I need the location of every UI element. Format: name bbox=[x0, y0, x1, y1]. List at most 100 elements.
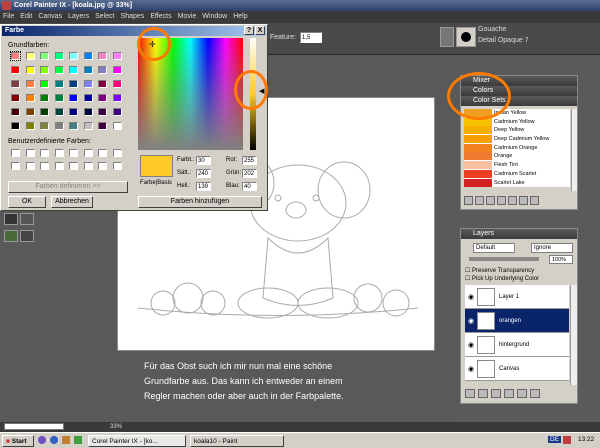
ok-button[interactable]: OK bbox=[8, 196, 46, 208]
basic-color-swatch[interactable] bbox=[83, 122, 93, 130]
color-set-tool-icon[interactable] bbox=[530, 196, 539, 205]
custom-color-swatch[interactable] bbox=[11, 149, 20, 157]
basic-color-swatch[interactable] bbox=[11, 94, 20, 102]
basic-color-swatch[interactable] bbox=[112, 52, 122, 60]
basic-color-swatch[interactable] bbox=[54, 122, 64, 130]
basic-color-swatch[interactable] bbox=[83, 108, 93, 116]
color-set-item[interactable]: Deep Cadmium Yellow bbox=[464, 135, 570, 144]
basic-color-swatch[interactable] bbox=[54, 80, 64, 88]
navigator-slider[interactable] bbox=[4, 423, 64, 430]
basic-color-swatch[interactable] bbox=[112, 94, 122, 102]
color-set-item[interactable]: Cadmium Orange bbox=[464, 143, 570, 153]
menu-select[interactable]: Select bbox=[95, 13, 114, 20]
custom-color-swatch[interactable] bbox=[54, 149, 64, 157]
layer-tool-icon[interactable] bbox=[504, 389, 514, 398]
quicklaunch-icon[interactable] bbox=[62, 436, 70, 444]
zoom-level[interactable]: 33% bbox=[110, 422, 122, 432]
color-set-item[interactable]: Flesh Tint bbox=[464, 161, 570, 170]
custom-color-swatch[interactable] bbox=[112, 149, 122, 157]
layer-tool-icon[interactable] bbox=[491, 389, 501, 398]
color-set-tool-icon[interactable] bbox=[508, 196, 517, 205]
basic-color-swatch[interactable] bbox=[40, 80, 49, 88]
sat-input[interactable]: 240 bbox=[196, 169, 211, 178]
basic-color-swatch[interactable] bbox=[40, 52, 49, 60]
layer-row[interactable]: ◉ Canvas bbox=[465, 357, 569, 381]
layer-tool-icon[interactable] bbox=[478, 389, 488, 398]
visibility-eye-icon[interactable]: ◉ bbox=[465, 365, 477, 373]
layer-row[interactable]: ◉ hintergrund bbox=[465, 333, 569, 357]
custom-color-swatch[interactable] bbox=[98, 149, 107, 157]
basic-color-swatch[interactable] bbox=[54, 94, 64, 102]
visibility-eye-icon[interactable]: ◉ bbox=[465, 341, 477, 349]
layer-tool-icon[interactable] bbox=[530, 389, 540, 398]
basic-color-swatch[interactable] bbox=[69, 108, 78, 116]
custom-color-swatch[interactable] bbox=[54, 162, 64, 170]
help-button[interactable]: ? bbox=[244, 26, 254, 35]
basic-color-swatch[interactable] bbox=[25, 122, 35, 130]
preserve-transparency-checkbox[interactable]: ☐ Preserve Transparency bbox=[465, 267, 534, 274]
color-list-scrollbar[interactable] bbox=[571, 109, 577, 191]
color-set-item[interactable]: Orange bbox=[464, 152, 570, 162]
basic-color-swatch[interactable] bbox=[11, 66, 20, 74]
basic-color-swatch[interactable] bbox=[83, 80, 93, 88]
composite-method-select[interactable]: Default bbox=[473, 243, 515, 253]
basic-color-swatch[interactable] bbox=[69, 52, 78, 60]
color-set-item[interactable]: Cadmium Scarlet bbox=[464, 169, 570, 179]
basic-color-swatch[interactable] bbox=[98, 108, 107, 116]
basic-color-swatch[interactable] bbox=[98, 66, 107, 74]
menu-file[interactable]: File bbox=[3, 13, 14, 20]
basic-color-swatch[interactable] bbox=[69, 94, 78, 102]
color-set-tool-icon[interactable] bbox=[497, 196, 506, 205]
color-set-item[interactable]: Deep Yellow bbox=[464, 126, 570, 136]
basic-color-swatch[interactable] bbox=[10, 51, 21, 61]
tool-thumbnail-icon[interactable] bbox=[20, 213, 34, 225]
task-paint[interactable]: koala10 - Paint bbox=[190, 435, 284, 447]
blue-input[interactable]: 40 bbox=[242, 182, 257, 191]
cancel-button[interactable]: Abbrechen bbox=[51, 196, 93, 208]
close-button[interactable]: X bbox=[255, 26, 265, 35]
pick-up-color-checkbox[interactable]: ☐ Pick Up Underlying Color bbox=[465, 275, 539, 282]
brush-tip-icon[interactable] bbox=[456, 27, 476, 47]
tool-thumbnail-icon[interactable] bbox=[4, 230, 18, 242]
basic-color-swatch[interactable] bbox=[11, 122, 20, 130]
tray-icon[interactable] bbox=[563, 436, 571, 444]
basic-color-swatch[interactable] bbox=[83, 94, 93, 102]
layer-tool-icon[interactable] bbox=[465, 389, 475, 398]
basic-color-swatch[interactable] bbox=[25, 52, 35, 60]
custom-color-swatch[interactable] bbox=[69, 162, 78, 170]
basic-color-swatch[interactable] bbox=[112, 66, 122, 74]
green-input[interactable]: 202 bbox=[242, 169, 257, 178]
basic-color-swatch[interactable] bbox=[112, 122, 122, 130]
basic-color-swatch[interactable] bbox=[98, 80, 107, 88]
custom-color-swatch[interactable] bbox=[25, 149, 35, 157]
red-input[interactable]: 255 bbox=[242, 156, 257, 165]
brush-category[interactable]: Gouache bbox=[478, 26, 506, 33]
quicklaunch-icon[interactable] bbox=[50, 436, 58, 444]
visibility-eye-icon[interactable]: ◉ bbox=[465, 317, 477, 325]
start-button[interactable]: ■ Start bbox=[2, 435, 34, 447]
basic-color-swatch[interactable] bbox=[69, 66, 78, 74]
opacity-input[interactable]: 100% bbox=[549, 255, 573, 264]
layer-list-scrollbar[interactable] bbox=[570, 285, 577, 385]
custom-color-swatch[interactable] bbox=[11, 162, 20, 170]
basic-color-swatch[interactable] bbox=[54, 108, 64, 116]
custom-color-swatch[interactable] bbox=[83, 162, 93, 170]
tool-thumbnail-icon[interactable] bbox=[20, 230, 34, 242]
basic-color-swatch[interactable] bbox=[40, 94, 49, 102]
brush-variant[interactable]: Detail Opaque 7 bbox=[478, 37, 529, 44]
basic-color-swatch[interactable] bbox=[83, 52, 93, 60]
color-set-tool-icon[interactable] bbox=[464, 196, 473, 205]
menu-effects[interactable]: Effects bbox=[150, 13, 171, 20]
menu-canvas[interactable]: Canvas bbox=[38, 13, 62, 20]
basic-color-swatch[interactable] bbox=[83, 66, 93, 74]
basic-color-swatch[interactable] bbox=[25, 94, 35, 102]
quicklaunch-icon[interactable] bbox=[38, 436, 46, 444]
basic-color-swatch[interactable] bbox=[25, 108, 35, 116]
custom-color-swatch[interactable] bbox=[25, 162, 35, 170]
basic-color-swatch[interactable] bbox=[25, 80, 35, 88]
basic-color-swatch[interactable] bbox=[40, 122, 49, 130]
custom-color-swatch[interactable] bbox=[98, 162, 107, 170]
custom-color-swatch[interactable] bbox=[112, 162, 122, 170]
color-set-tool-icon[interactable] bbox=[486, 196, 495, 205]
basic-color-swatch[interactable] bbox=[40, 66, 49, 74]
